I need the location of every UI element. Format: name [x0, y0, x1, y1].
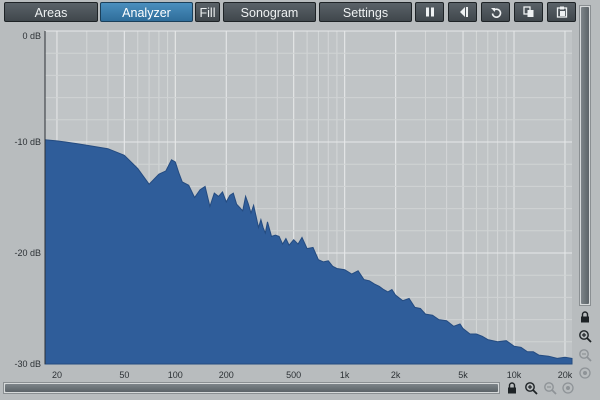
- paste-button[interactable]: [547, 2, 576, 22]
- y-tick-label: -30 dB: [14, 359, 41, 369]
- zoom-out-icon: [579, 349, 592, 362]
- x-tick-label: 5k: [458, 370, 468, 380]
- y-tick-label: -20 dB: [14, 248, 41, 258]
- lock-icon: [581, 311, 589, 323]
- x-tick-label: 200: [219, 370, 234, 380]
- vertical-scroll-thumb[interactable]: [581, 7, 589, 304]
- zoom-in-icon: [525, 382, 538, 395]
- copy-button[interactable]: [514, 2, 543, 22]
- x-tick-label: 20: [52, 370, 62, 380]
- y-tick-label: 0 dB: [22, 31, 41, 41]
- undo-button[interactable]: [481, 2, 510, 22]
- reset-peaks-icon: [459, 7, 468, 17]
- areas-button[interactable]: Areas: [4, 2, 98, 22]
- zoom-out-icon: [544, 382, 557, 395]
- vertical-zoom-in-button[interactable]: [578, 329, 592, 343]
- horizontal-scrollbar[interactable]: [3, 382, 500, 394]
- y-tick-label: -10 dB: [14, 137, 41, 147]
- vertical-zoom-out-button[interactable]: [578, 348, 592, 362]
- x-tick-label: 20k: [558, 370, 573, 380]
- vertical-scrollbar[interactable]: [579, 5, 591, 306]
- horizontal-lock-button[interactable]: [505, 381, 519, 395]
- frequency-axis: 20 50 100 200 500 1k 2k 5k 10k 20k: [52, 370, 573, 380]
- toolbar: Areas Analyzer Fill Sonogram Settings: [0, 0, 600, 26]
- horizontal-zoom-in-button[interactable]: [524, 381, 538, 395]
- x-tick-label: 10k: [507, 370, 522, 380]
- lock-icon: [508, 382, 516, 394]
- horizontal-zoom-out-button[interactable]: [543, 381, 557, 395]
- settings-button[interactable]: Settings: [319, 2, 412, 22]
- x-tick-label: 100: [168, 370, 183, 380]
- horizontal-scroll-thumb[interactable]: [5, 384, 498, 392]
- level-axis: 0 dB -10 dB -20 dB -30 dB: [14, 31, 41, 369]
- x-tick-label: 500: [286, 370, 301, 380]
- zoom-reset-icon: [562, 382, 574, 394]
- analyzer-button[interactable]: Analyzer: [100, 2, 193, 22]
- x-tick-label: 50: [119, 370, 129, 380]
- horizontal-zoom-reset-button[interactable]: [561, 381, 575, 395]
- reset-peaks-button[interactable]: [448, 2, 477, 22]
- spectrum-plot[interactable]: 0 dB -10 dB -20 dB -30 dB 20 50 100 200 500 1k 2k…: [0, 26, 580, 382]
- x-tick-label: 2k: [391, 370, 401, 380]
- copy-icon: [522, 6, 533, 17]
- zoom-reset-icon: [579, 367, 591, 379]
- paste-icon: [556, 6, 567, 18]
- zoom-in-icon: [579, 330, 592, 343]
- sonogram-button[interactable]: Sonogram: [223, 2, 316, 22]
- pause-button[interactable]: [415, 2, 444, 22]
- fill-button[interactable]: Fill: [195, 2, 220, 22]
- vertical-lock-button[interactable]: [578, 310, 592, 324]
- pause-icon: [425, 7, 434, 17]
- undo-icon: [490, 8, 501, 18]
- vertical-zoom-reset-button[interactable]: [578, 366, 592, 380]
- x-tick-label: 1k: [340, 370, 350, 380]
